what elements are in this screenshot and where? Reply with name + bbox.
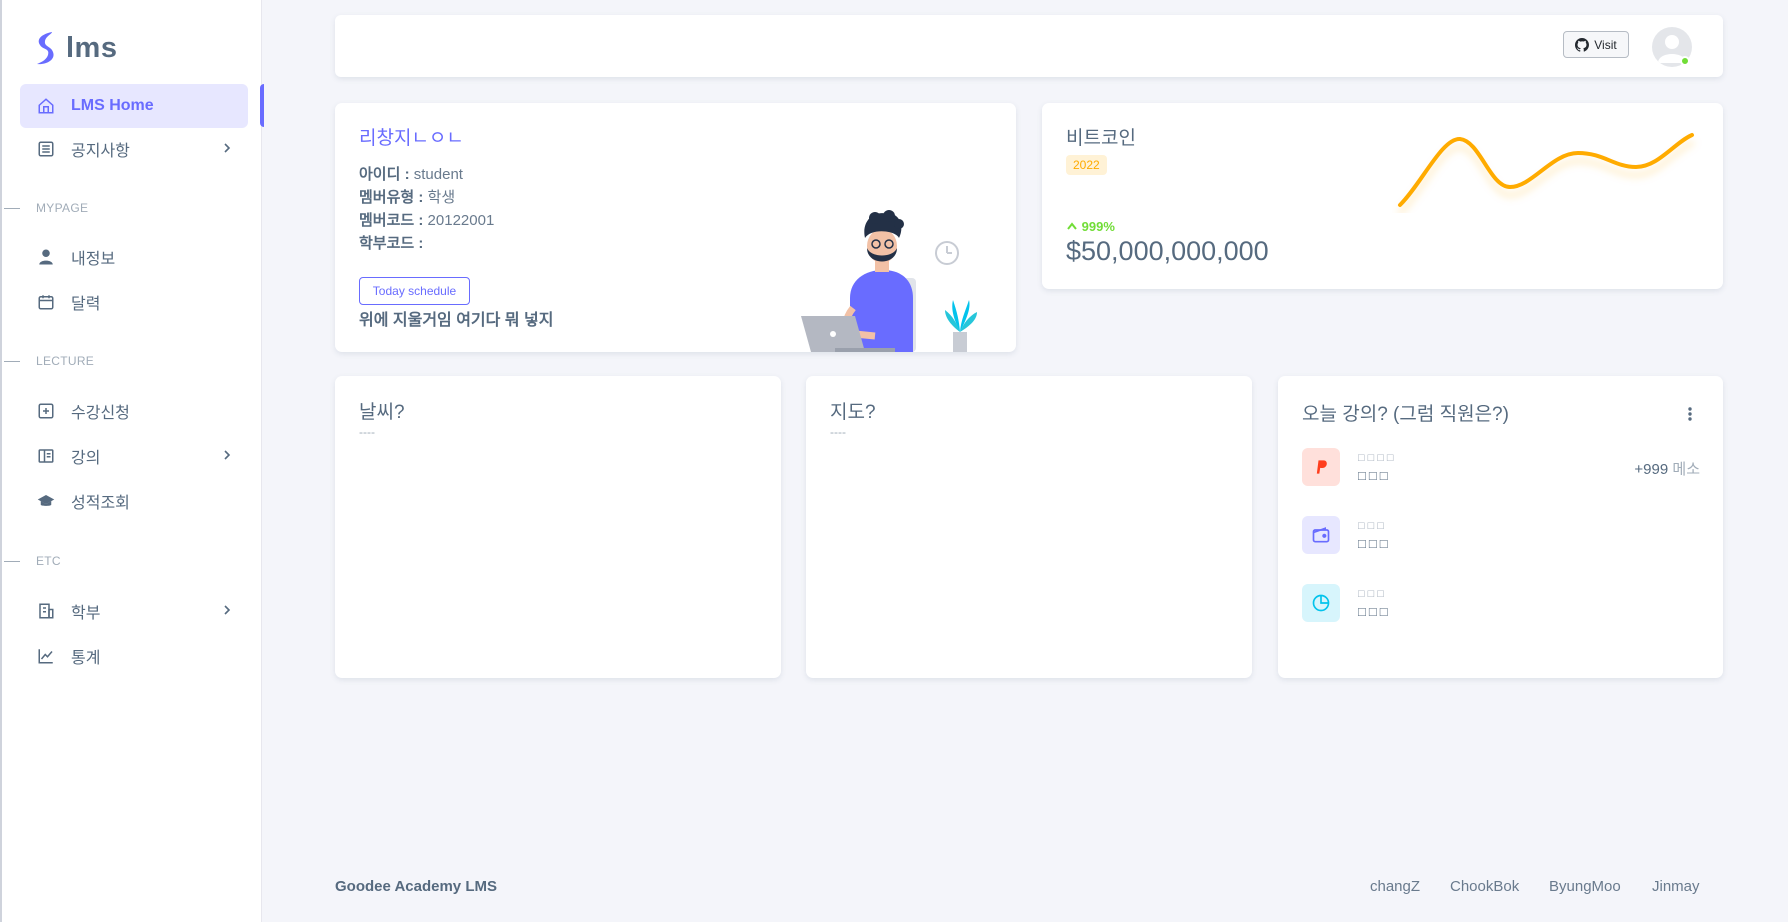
info-member-type: 멤버유형 : 학생: [359, 189, 456, 206]
sidebar-item-my-info[interactable]: 내정보: [20, 235, 248, 279]
sidebar-item-label: 달력: [71, 296, 101, 313]
sidebar-item-label: 통계: [71, 650, 101, 667]
list-item[interactable]: □□□ □□□: [1302, 584, 1700, 624]
info-dept-code: 학부코드 :: [359, 235, 424, 252]
online-status-dot: [1680, 56, 1690, 66]
graduation-cap-icon: [36, 491, 56, 511]
sidebar-item-label: LMS Home: [71, 97, 154, 114]
bitcoin-card: 비트코인 2022 999% $50,000,000,000: [1042, 103, 1723, 289]
sidebar-item-grades[interactable]: 성적조회: [20, 479, 248, 523]
paypal-icon: [1302, 448, 1340, 486]
footer-link-changz[interactable]: changZ: [1370, 878, 1420, 895]
menu-header-etc: ETC: [36, 554, 61, 568]
profile-card: 리창지ㄴㅇㄴ 아이디 : student 멤버유형 : 학생 멤버코드 : 20…: [335, 103, 1016, 352]
map-card: 지도? ----: [806, 376, 1252, 678]
sidebar-item-label: 공지사항: [71, 143, 130, 160]
github-icon: [1575, 37, 1590, 52]
footer-link-byungmoo[interactable]: ByungMoo: [1549, 878, 1621, 895]
sidebar-item-registration[interactable]: 수강신청: [20, 389, 248, 433]
footer-link-chookbok[interactable]: ChookBok: [1450, 878, 1519, 895]
sidebar-item-statistics[interactable]: 통계: [20, 634, 248, 678]
sidebar-item-label: 수강신청: [71, 405, 130, 422]
divider: [4, 361, 20, 362]
more-vertical-icon[interactable]: [1687, 406, 1693, 422]
book-icon: [36, 446, 56, 466]
github-visit-button[interactable]: Visit: [1563, 31, 1629, 58]
brand-name: lms: [66, 31, 118, 64]
footer-brand: Goodee Academy LMS: [335, 878, 497, 895]
bitcoin-amount: $50,000,000,000: [1066, 236, 1269, 266]
calendar-icon: [36, 292, 56, 312]
info-id: 아이디 : student: [359, 166, 463, 183]
today-schedule-button[interactable]: Today schedule: [359, 277, 470, 305]
divider: [4, 561, 20, 562]
sparkline-chart: [1398, 133, 1694, 207]
divider: [4, 208, 20, 209]
map-placeholder: ----: [830, 425, 846, 439]
brand-logo[interactable]: lms: [34, 30, 117, 66]
weather-title: 날씨?: [359, 402, 405, 423]
lectures-title: 오늘 강의? (그럼 직원은?): [1302, 404, 1509, 425]
visit-label: Visit: [1594, 37, 1617, 52]
sidebar-item-label: 강의: [71, 450, 101, 467]
man-with-laptop-illustration: [801, 210, 977, 352]
item-line-1: □□□: [1358, 520, 1387, 532]
item-value: +999 메소: [1634, 461, 1700, 478]
sidebar-item-calendar[interactable]: 달력: [20, 280, 248, 324]
profile-note: 위에 지울거임 여기다 뭐 넣지: [359, 312, 554, 329]
chevron-up-icon: [1067, 222, 1077, 230]
user-icon: [36, 247, 56, 267]
sidebar: lms LMS Home 공지사항 MYPAGE 내정보 달력 LECTURE: [0, 0, 264, 922]
list-item[interactable]: □□□□ □□□ +999 메소: [1302, 448, 1700, 488]
active-indicator: [260, 84, 264, 127]
line-chart-icon: [36, 646, 56, 666]
footer-link-jinmay[interactable]: Jinmay: [1652, 878, 1700, 895]
wallet-icon: [1302, 516, 1340, 554]
item-line-1: □□□: [1358, 588, 1387, 600]
add-box-icon: [36, 401, 56, 421]
sidebar-item-department[interactable]: 학부: [20, 589, 248, 633]
chevron-right-icon: [224, 143, 231, 153]
sidebar-item-lms-home[interactable]: LMS Home: [20, 84, 248, 128]
sidebar-item-notices[interactable]: 공지사항: [20, 127, 248, 171]
item-line-2: □□□: [1358, 536, 1391, 551]
home-icon: [36, 96, 56, 116]
lectures-card: 오늘 강의? (그럼 직원은?) □□□□ □□□ +999 메소 □□□ □□…: [1278, 376, 1723, 678]
list-icon: [36, 139, 56, 159]
logo-icon: [37, 32, 54, 65]
weather-placeholder: ----: [359, 425, 375, 439]
year-badge: 2022: [1066, 155, 1107, 175]
list-item[interactable]: □□□ □□□: [1302, 516, 1700, 556]
menu-header-mypage: MYPAGE: [36, 201, 89, 215]
pie-chart-icon: [1302, 584, 1340, 622]
menu-header-lecture: LECTURE: [36, 354, 95, 368]
chevron-right-icon: [224, 605, 231, 615]
building-icon: [36, 601, 56, 621]
sidebar-item-label: 학부: [71, 605, 101, 622]
bitcoin-title: 비트코인: [1066, 128, 1136, 149]
info-member-code: 멤버코드 : 20122001: [359, 212, 495, 229]
growth-value: 999%: [1081, 219, 1115, 234]
sidebar-item-lecture[interactable]: 강의: [20, 434, 248, 478]
map-title: 지도?: [830, 402, 876, 423]
weather-card: 날씨? ----: [335, 376, 781, 678]
item-line-1: □□□□: [1358, 452, 1397, 464]
top-navbar: Visit: [335, 15, 1723, 77]
sidebar-item-label: 내정보: [71, 251, 116, 268]
item-line-2: □□□: [1358, 604, 1391, 619]
profile-name: 리창지ㄴㅇㄴ: [359, 128, 464, 149]
sidebar-item-label: 성적조회: [71, 495, 130, 512]
growth-indicator: 999%: [1066, 219, 1115, 234]
item-line-2: □□□: [1358, 468, 1391, 483]
chevron-right-icon: [224, 450, 231, 460]
